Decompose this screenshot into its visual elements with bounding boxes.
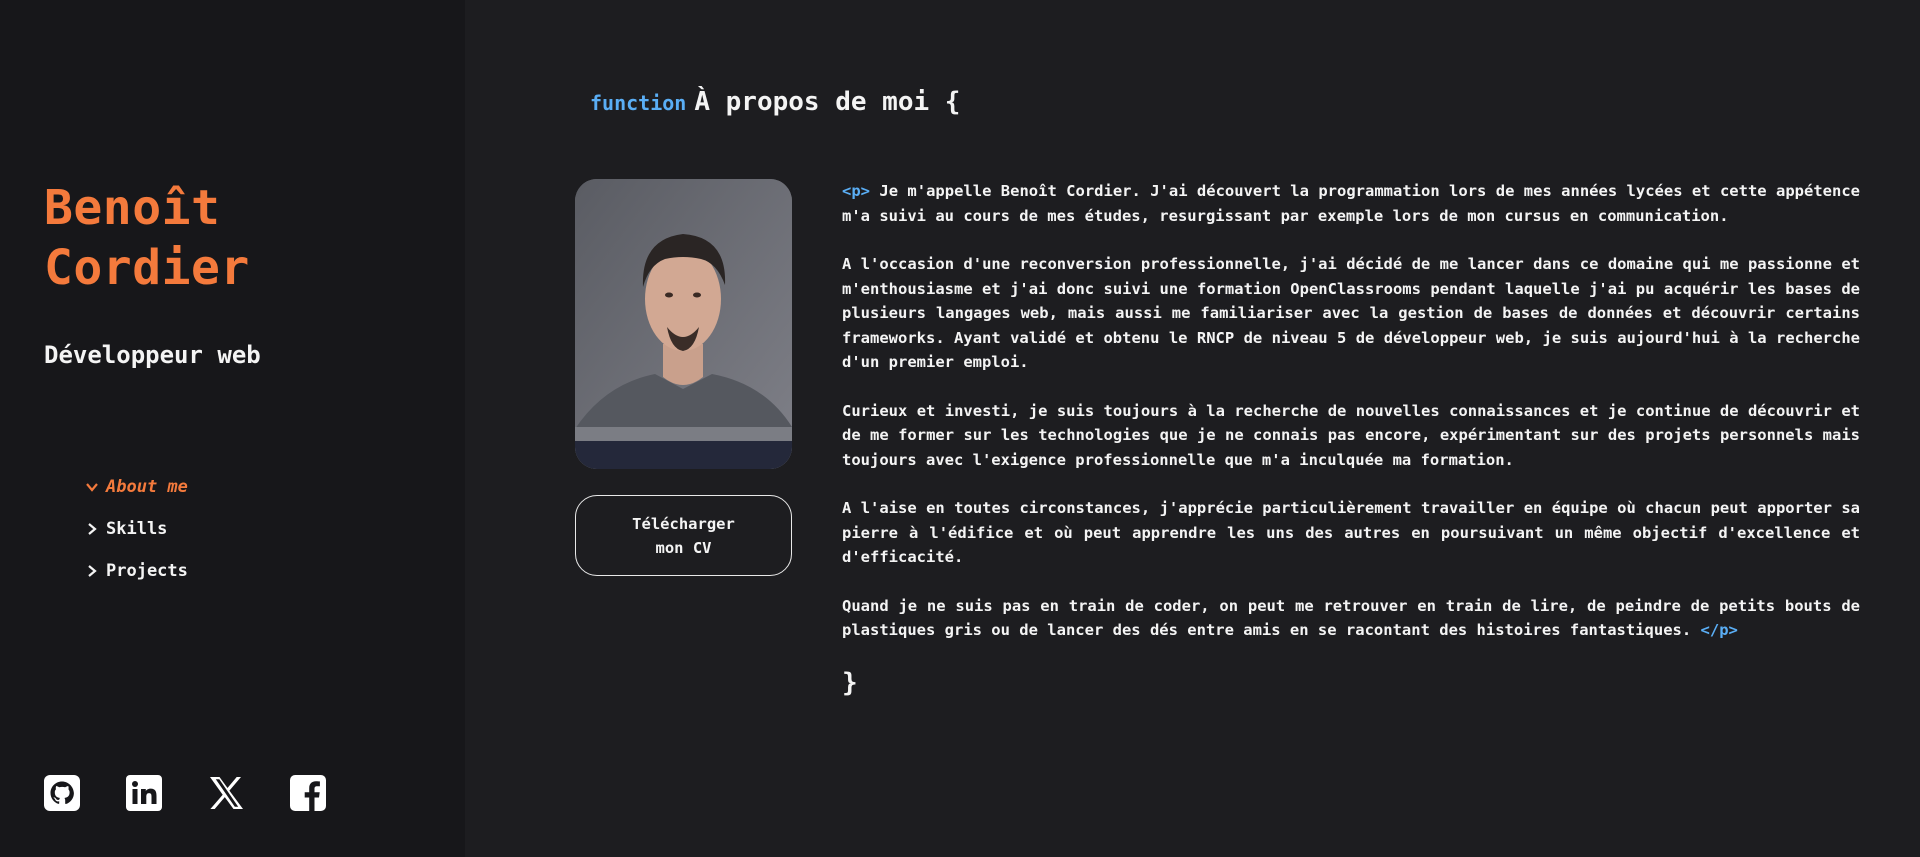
nav-item-label: Projects (106, 561, 188, 581)
job-title: Développeur web (44, 341, 261, 369)
nav-item-skills[interactable]: Skills (84, 508, 188, 550)
sidebar: Benoît Cordier Développeur web About me … (0, 0, 465, 857)
linkedin-icon[interactable] (126, 775, 162, 811)
section-nav: About me Skills Projects (84, 466, 188, 592)
profile-name: Benoît Cordier (44, 178, 250, 298)
bio-paragraph: A l'aise en toutes circonstances, j'appr… (842, 499, 1860, 566)
bio-paragraph: Curieux et investi, je suis toujours à l… (842, 401, 1860, 469)
nav-item-projects[interactable]: Projects (84, 550, 188, 592)
chevron-right-icon (88, 565, 97, 577)
bio-paragraph: Quand je ne suis pas en train de coder, … (842, 594, 1860, 643)
download-cv-button[interactable]: Télécharger mon CV (575, 495, 792, 576)
nav-item-label: Skills (106, 519, 168, 539)
bio-paragraph: A l'occasion d'une reconversion professi… (842, 255, 1860, 371)
nav-item-about[interactable]: About me (84, 466, 188, 508)
chevron-down-icon (86, 483, 98, 492)
chevron-right-icon (88, 523, 97, 535)
nav-item-label: About me (106, 477, 188, 497)
bio-paragraph: <p> Je m'appelle Benoît Cordier. J'ai dé… (842, 179, 1860, 228)
first-name: Benoît (44, 180, 221, 236)
section-title: function À propos de moi { (590, 84, 960, 121)
profile-photo (575, 179, 792, 469)
last-name: Cordier (44, 240, 250, 296)
closing-brace: } (842, 668, 858, 698)
github-icon[interactable] (44, 775, 80, 811)
section-title-text: À propos de moi { (694, 87, 961, 117)
bio-paragraph-text: Je m'appelle Benoît Cordier. J'ai découv… (842, 182, 1860, 225)
facebook-icon[interactable] (290, 775, 326, 811)
close-p-tag: </p> (1700, 621, 1738, 639)
open-p-tag: <p> (842, 182, 870, 200)
bio-text: <p> Je m'appelle Benoît Cordier. J'ai dé… (842, 179, 1860, 667)
function-keyword: function (590, 91, 687, 115)
x-icon[interactable] (208, 775, 244, 811)
social-links (44, 775, 326, 811)
